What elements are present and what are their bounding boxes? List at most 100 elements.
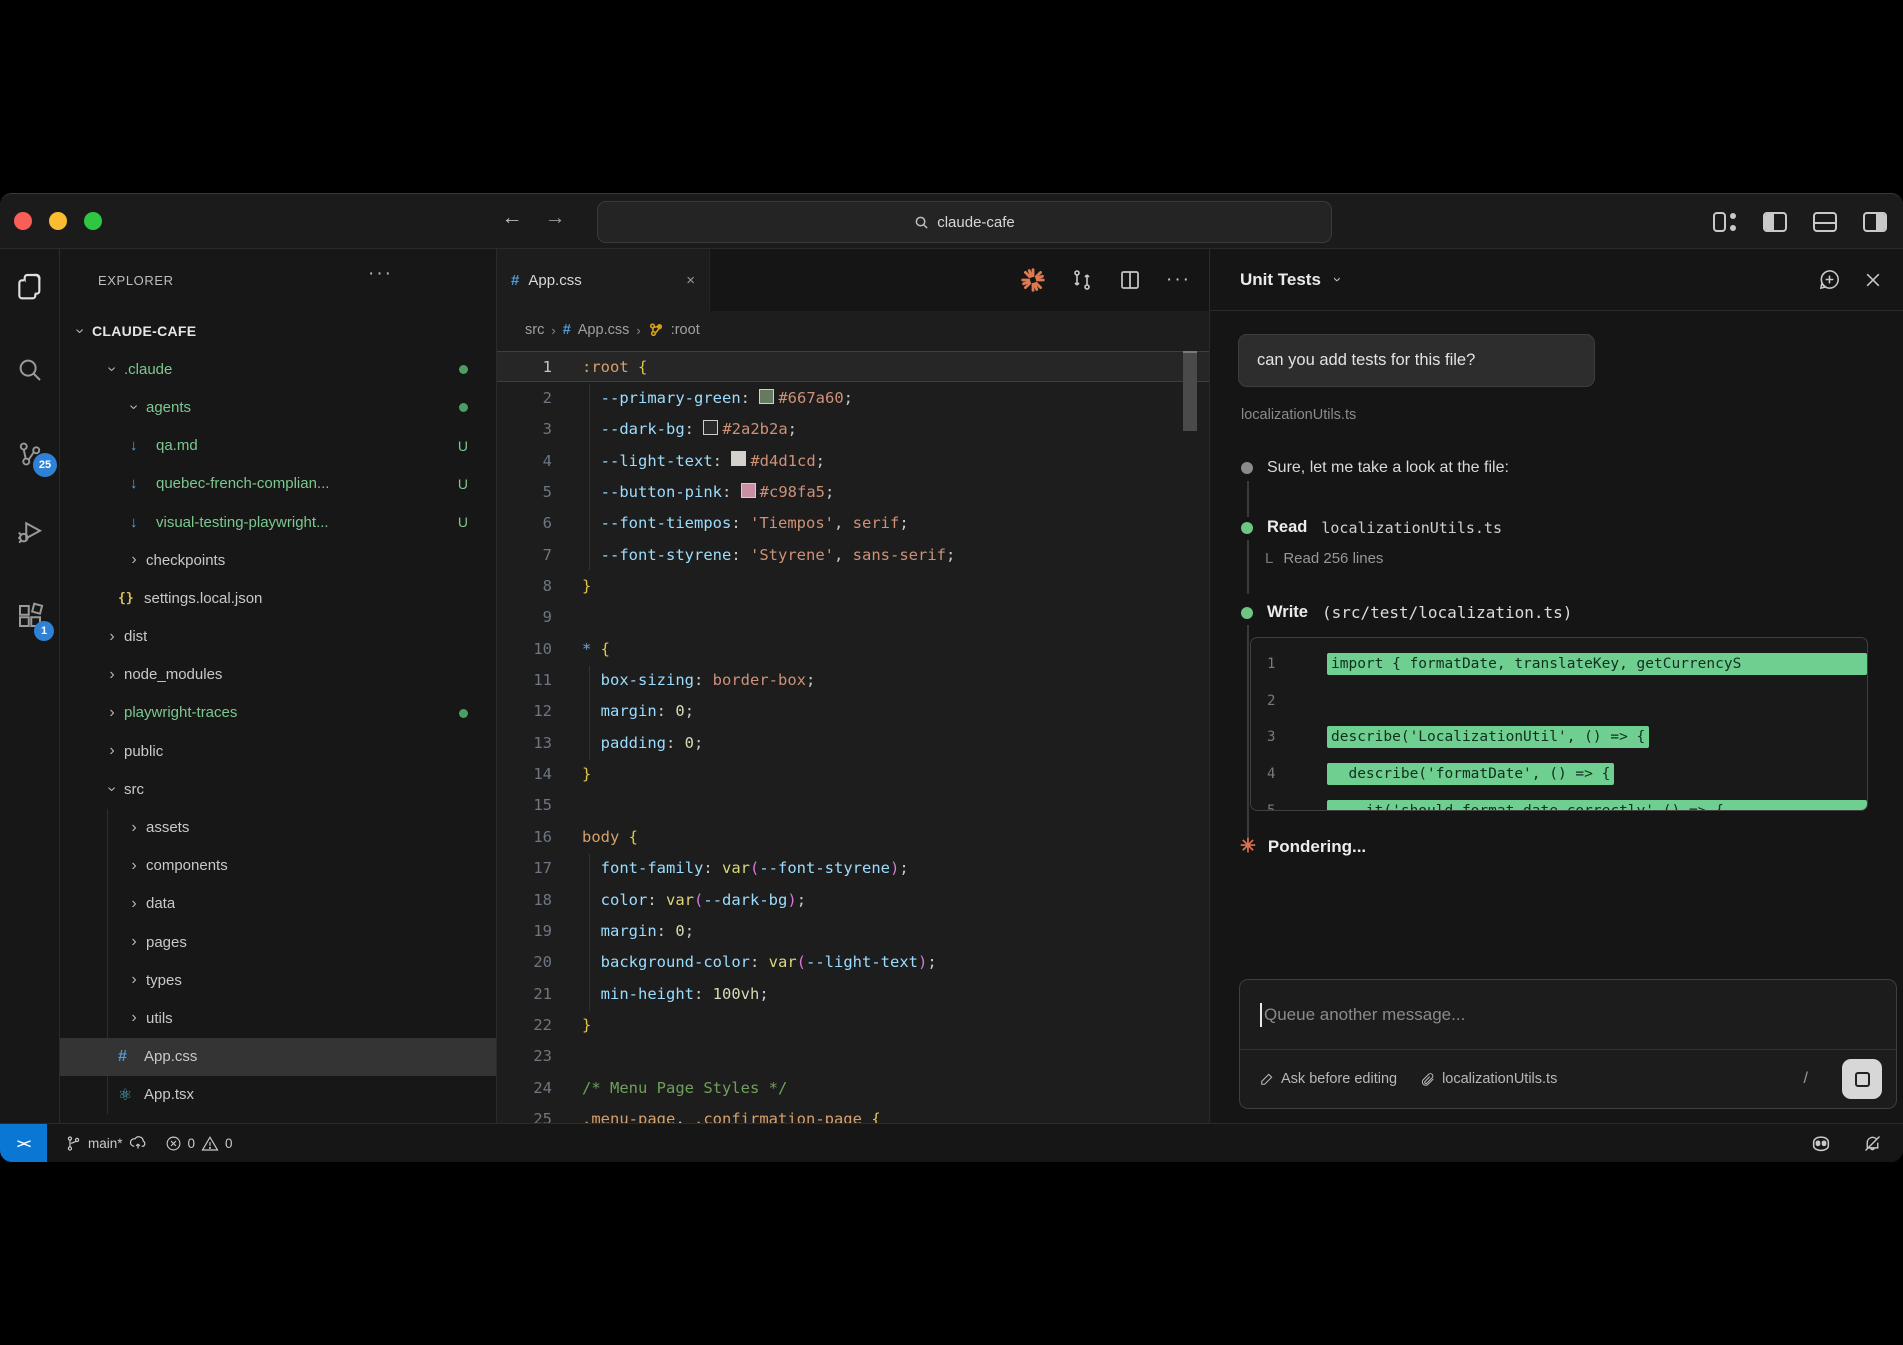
code-token: ;	[899, 514, 908, 532]
breadcrumb-file[interactable]: App.css	[578, 322, 630, 338]
tree-item[interactable]: assets	[60, 808, 496, 846]
tab-close-icon[interactable]: ×	[686, 272, 695, 289]
tree-item[interactable]: CLAUDE-CAFE	[60, 312, 496, 350]
tree-item[interactable]: settings.local.json	[60, 579, 496, 617]
tree-item[interactable]: src	[60, 770, 496, 808]
line-content: margin: 0;	[582, 702, 694, 720]
diff-line-number: 5	[1251, 803, 1297, 811]
chat-input-box[interactable]: Queue another message... Ask before edit…	[1239, 979, 1897, 1109]
line-number: 7	[497, 546, 552, 564]
tree-item[interactable]: utils	[60, 999, 496, 1037]
split-editor-icon[interactable]	[1118, 268, 1142, 292]
more-actions-icon[interactable]: ···	[1166, 269, 1191, 291]
tree-item[interactable]: dist	[60, 618, 496, 656]
nav-forward-button[interactable]: →	[540, 206, 570, 230]
toggle-secondary-sidebar-icon[interactable]	[1863, 212, 1887, 232]
read-step[interactable]: Read localizationUtils.ts	[1241, 518, 1502, 537]
new-chat-icon[interactable]	[1818, 268, 1841, 291]
run-debug-icon[interactable]	[0, 517, 60, 547]
code-line: 23	[497, 1041, 1209, 1072]
tree-item[interactable]: quebec-french-complian... U	[60, 465, 496, 503]
command-center-search[interactable]: claude-cafe	[597, 201, 1332, 243]
code-line: 5 --button-pink: #c98fa5;	[497, 476, 1209, 507]
extensions-icon[interactable]: 1	[0, 601, 60, 631]
code-line: 14 }	[497, 758, 1209, 789]
tree-item[interactable]: node_modules	[60, 656, 496, 694]
tree-item[interactable]: checkpoints	[60, 541, 496, 579]
tree-item[interactable]: App.css	[60, 1038, 496, 1076]
search-text: claude-cafe	[937, 214, 1015, 231]
publish-icon[interactable]	[129, 1135, 147, 1153]
code-token: --button-pink	[601, 483, 722, 501]
diff-code-block[interactable]: 1 import { formatDate, translateKey, get…	[1250, 637, 1868, 811]
tree-item[interactable]: components	[60, 847, 496, 885]
code-line: 11 box-sizing: border-box;	[497, 664, 1209, 695]
tree-item[interactable]: public	[60, 732, 496, 770]
twisty-icon	[122, 857, 146, 875]
line-content: box-sizing: border-box;	[582, 671, 815, 689]
chevron-down-icon[interactable]: ›	[1329, 277, 1346, 282]
compare-changes-icon[interactable]	[1070, 268, 1094, 292]
code-token	[582, 546, 601, 564]
diff-line: 2	[1251, 683, 1867, 720]
window-maximize-button[interactable]	[84, 212, 102, 230]
step-dot-icon	[1241, 607, 1253, 619]
diff-line-number: 4	[1251, 766, 1297, 782]
breadcrumb[interactable]: src › # App.css › :root	[497, 311, 1209, 349]
tree-item[interactable]: data	[60, 885, 496, 923]
code-token: .confirmation-page	[694, 1110, 871, 1123]
chat-input-area[interactable]: Queue another message...	[1240, 980, 1896, 1050]
activity-bar: 25 1	[0, 249, 60, 1123]
window-close-button[interactable]	[14, 212, 32, 230]
git-branch-item[interactable]: main*	[65, 1135, 147, 1153]
notifications-muted-icon[interactable]	[1862, 1133, 1883, 1154]
nav-back-button[interactable]: ←	[497, 206, 527, 230]
tree-item[interactable]: .claude	[60, 350, 496, 388]
sidebar-more-actions-icon[interactable]: ···	[368, 263, 393, 285]
breadcrumb-symbol[interactable]: :root	[671, 322, 700, 338]
window-minimize-button[interactable]	[49, 212, 67, 230]
attached-file-chip[interactable]: localizationUtils.ts	[1421, 1071, 1557, 1087]
tree-item[interactable]: types	[60, 961, 496, 999]
tab-appcss[interactable]: # App.css ×	[497, 249, 710, 311]
line-content: }	[582, 765, 591, 783]
problems-item[interactable]: 0 0	[165, 1135, 233, 1153]
code-token	[582, 420, 601, 438]
breadcrumb-folder[interactable]: src	[525, 322, 544, 338]
code-viewport[interactable]: 1 :root { 2 --primary-green: #667a60; 3	[497, 349, 1209, 1123]
code-line: 17 font-family: var(--font-styrene);	[497, 853, 1209, 884]
slash-command-hint[interactable]: /	[1804, 1070, 1808, 1088]
write-path: (src/test/localization.ts)	[1322, 603, 1572, 622]
edit-mode-selector[interactable]: Ask before editing	[1260, 1071, 1397, 1087]
close-panel-icon[interactable]	[1863, 270, 1883, 290]
source-control-icon[interactable]: 25	[0, 439, 60, 469]
claude-spark-icon[interactable]	[1020, 267, 1046, 293]
search-view-icon[interactable]	[0, 355, 60, 385]
explorer-icon[interactable]	[0, 271, 60, 303]
tree-item[interactable]: playwright-traces	[60, 694, 496, 732]
editor-scrollbar-thumb[interactable]	[1183, 351, 1197, 431]
line-content: :root {	[582, 358, 647, 376]
user-message-text: can you add tests for this file?	[1257, 351, 1475, 370]
code-token: #667a60	[778, 389, 843, 407]
tree-item[interactable]: visual-testing-playwright... U	[60, 503, 496, 541]
stop-button[interactable]	[1842, 1059, 1882, 1099]
tree-item[interactable]: App.tsx	[60, 1076, 496, 1114]
error-icon	[165, 1135, 182, 1152]
tree-item[interactable]: agents	[60, 388, 496, 426]
line-content: /* Menu Page Styles */	[582, 1079, 787, 1097]
copilot-icon[interactable]	[1810, 1133, 1832, 1155]
code-token: background-color	[601, 953, 750, 971]
sidebar-header: EXPLORER ···	[60, 249, 496, 311]
tree-item[interactable]: qa.md U	[60, 427, 496, 465]
toggle-panel-icon[interactable]	[1813, 212, 1837, 232]
code-token: 0	[685, 734, 694, 752]
remote-indicator[interactable]: ><	[0, 1124, 47, 1162]
write-step[interactable]: Write (src/test/localization.ts)	[1241, 603, 1572, 622]
customize-layout-icon[interactable]	[1713, 212, 1737, 232]
tree-item[interactable]: pages	[60, 923, 496, 961]
code-line: 10 * {	[497, 633, 1209, 664]
toggle-sidebar-icon[interactable]	[1763, 212, 1787, 232]
code-token: ,	[675, 1110, 694, 1123]
file-icon	[118, 1085, 144, 1105]
